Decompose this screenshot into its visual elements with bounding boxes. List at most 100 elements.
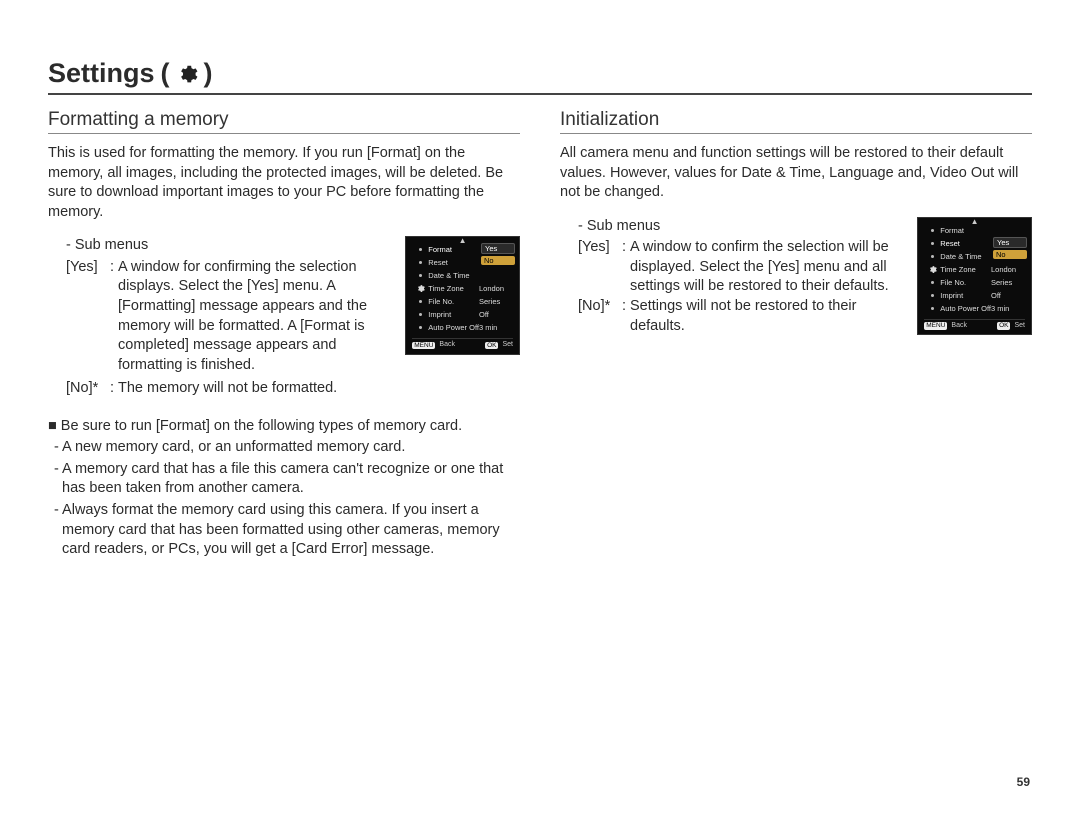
format-yes-text: A window for confirming the selection di…: [118, 258, 393, 375]
lcd-back-label: Back: [951, 322, 967, 330]
format-submenus-text: - Sub menus [Yes] : A window for confirm…: [48, 236, 393, 375]
lcd-value: London: [991, 265, 1025, 274]
lcd-set-label: Set: [502, 341, 513, 349]
format-no-key: [No]*: [66, 379, 110, 399]
lcd-back-tag: MENU: [412, 342, 435, 350]
lcd-label: Auto Power Off: [428, 323, 479, 332]
lcd-label: Imprint: [940, 291, 991, 300]
camera-lcd-reset: ▲ Yes No Format Reset Da: [917, 217, 1032, 335]
section-heading-format: Formatting a memory: [48, 109, 520, 134]
page-title: Settings ( ): [48, 58, 1032, 95]
lcd-option-no: No: [481, 256, 515, 265]
lcd-dot-icon: [931, 229, 934, 232]
lcd-label: Imprint: [428, 310, 479, 319]
lcd-value: Series: [479, 297, 513, 306]
lcd-row: Auto Power Off 3 min: [412, 321, 513, 334]
lcd-set-tag: OK: [997, 322, 1010, 330]
format-yes-key: [Yes]: [66, 258, 110, 375]
colon: :: [622, 238, 630, 297]
lcd-back-label: Back: [439, 341, 455, 349]
init-yes-key: [Yes]: [578, 238, 622, 297]
lcd-row: Time Zone London: [412, 282, 513, 295]
lcd-dot-icon: [419, 300, 422, 303]
init-submenus-text: - Sub menus [Yes] : A window to confirm …: [560, 217, 905, 336]
lcd-value: Off: [991, 291, 1025, 300]
note-item: - A new memory card, or an unformatted m…: [48, 438, 520, 458]
lcd-value: Off: [479, 310, 513, 319]
lcd-label: Time Zone: [940, 265, 991, 274]
lcd-option-yes: Yes: [481, 243, 515, 254]
lcd-dot-icon: [419, 261, 422, 264]
notes-lead: ■ Be sure to run [Format] on the followi…: [48, 417, 520, 437]
lcd-label: Auto Power Off: [940, 304, 991, 313]
lcd-up-arrow-icon: ▲: [971, 217, 979, 227]
gear-icon: [176, 63, 198, 85]
lcd-dot-icon: [419, 248, 422, 251]
lcd-footer: MENU Back OK Set: [924, 319, 1025, 330]
lcd-dot-icon: [931, 294, 934, 297]
lcd-label: Reset: [428, 258, 479, 267]
lcd-row: Imprint Off: [924, 289, 1025, 302]
lcd-value: Series: [991, 278, 1025, 287]
left-column: Formatting a memory This is used for for…: [48, 109, 520, 562]
submenus-label: - Sub menus: [560, 217, 905, 237]
lcd-label: Date & Time: [428, 271, 479, 280]
submenus-label: - Sub menus: [48, 236, 393, 256]
camera-lcd-format: ▲ Yes No Format Reset Da: [405, 236, 520, 354]
format-no-text: The memory will not be formatted.: [118, 379, 520, 399]
lcd-gear-icon: [924, 265, 940, 274]
lcd-value: 3 min: [991, 304, 1025, 313]
lcd-label: File No.: [428, 297, 479, 306]
init-no-row: [No]* : Settings will not be restored to…: [560, 297, 905, 336]
lcd-value: London: [479, 284, 513, 293]
lcd-dot-icon: [419, 326, 422, 329]
format-notes: ■ Be sure to run [Format] on the followi…: [48, 417, 520, 560]
format-no-row: [No]* : The memory will not be formatted…: [48, 379, 520, 399]
lcd-dot-icon: [419, 313, 422, 316]
init-no-text: Settings will not be restored to their d…: [630, 297, 905, 336]
section-heading-init: Initialization: [560, 109, 1032, 134]
lcd-label: File No.: [940, 278, 991, 287]
manual-page: Settings ( ) Formatting a memory This is…: [0, 0, 1080, 815]
lcd-set-label: Set: [1014, 322, 1025, 330]
lcd-dot-icon: [931, 281, 934, 284]
lcd-label: Time Zone: [428, 284, 479, 293]
init-submenus-block: - Sub menus [Yes] : A window to confirm …: [560, 217, 1032, 336]
lcd-label: Format: [428, 245, 479, 254]
columns: Formatting a memory This is used for for…: [48, 109, 1032, 562]
right-column: Initialization All camera menu and funct…: [560, 109, 1032, 562]
lcd-footer: MENU Back OK Set: [412, 338, 513, 349]
page-number: 59: [1017, 775, 1030, 789]
lcd-dot-icon: [931, 242, 934, 245]
lcd-option-no: No: [993, 250, 1027, 259]
lcd-row: Auto Power Off 3 min: [924, 302, 1025, 315]
format-intro: This is used for formatting the memory. …: [48, 144, 520, 222]
init-yes-text: A window to confirm the selection will b…: [630, 238, 905, 297]
close-paren: ): [204, 58, 213, 89]
init-yes-row: [Yes] : A window to confirm the selectio…: [560, 238, 905, 297]
note-item: - A memory card that has a file this cam…: [48, 460, 520, 499]
lcd-row: Time Zone London: [924, 263, 1025, 276]
lcd-row: File No. Series: [412, 295, 513, 308]
lcd-option-yes: Yes: [993, 237, 1027, 248]
lcd-value: 3 min: [479, 323, 513, 332]
format-submenus-block: - Sub menus [Yes] : A window for confirm…: [48, 236, 520, 375]
init-intro: All camera menu and function settings wi…: [560, 144, 1032, 203]
lcd-row: Date & Time: [412, 269, 513, 282]
colon: :: [110, 379, 118, 399]
open-paren: (: [161, 58, 170, 89]
note-item: - Always format the memory card using th…: [48, 501, 520, 560]
format-yes-row: [Yes] : A window for confirming the sele…: [48, 258, 393, 375]
lcd-label: Format: [940, 226, 991, 235]
lcd-set-tag: OK: [485, 342, 498, 350]
lcd-up-arrow-icon: ▲: [459, 236, 467, 246]
page-title-text: Settings: [48, 58, 155, 89]
lcd-row: File No. Series: [924, 276, 1025, 289]
lcd-row: Imprint Off: [412, 308, 513, 321]
lcd-gear-icon: [412, 284, 428, 293]
lcd-dot-icon: [419, 274, 422, 277]
lcd-label: Date & Time: [940, 252, 991, 261]
lcd-dot-icon: [931, 255, 934, 258]
colon: :: [622, 297, 630, 336]
init-no-key: [No]*: [578, 297, 622, 336]
